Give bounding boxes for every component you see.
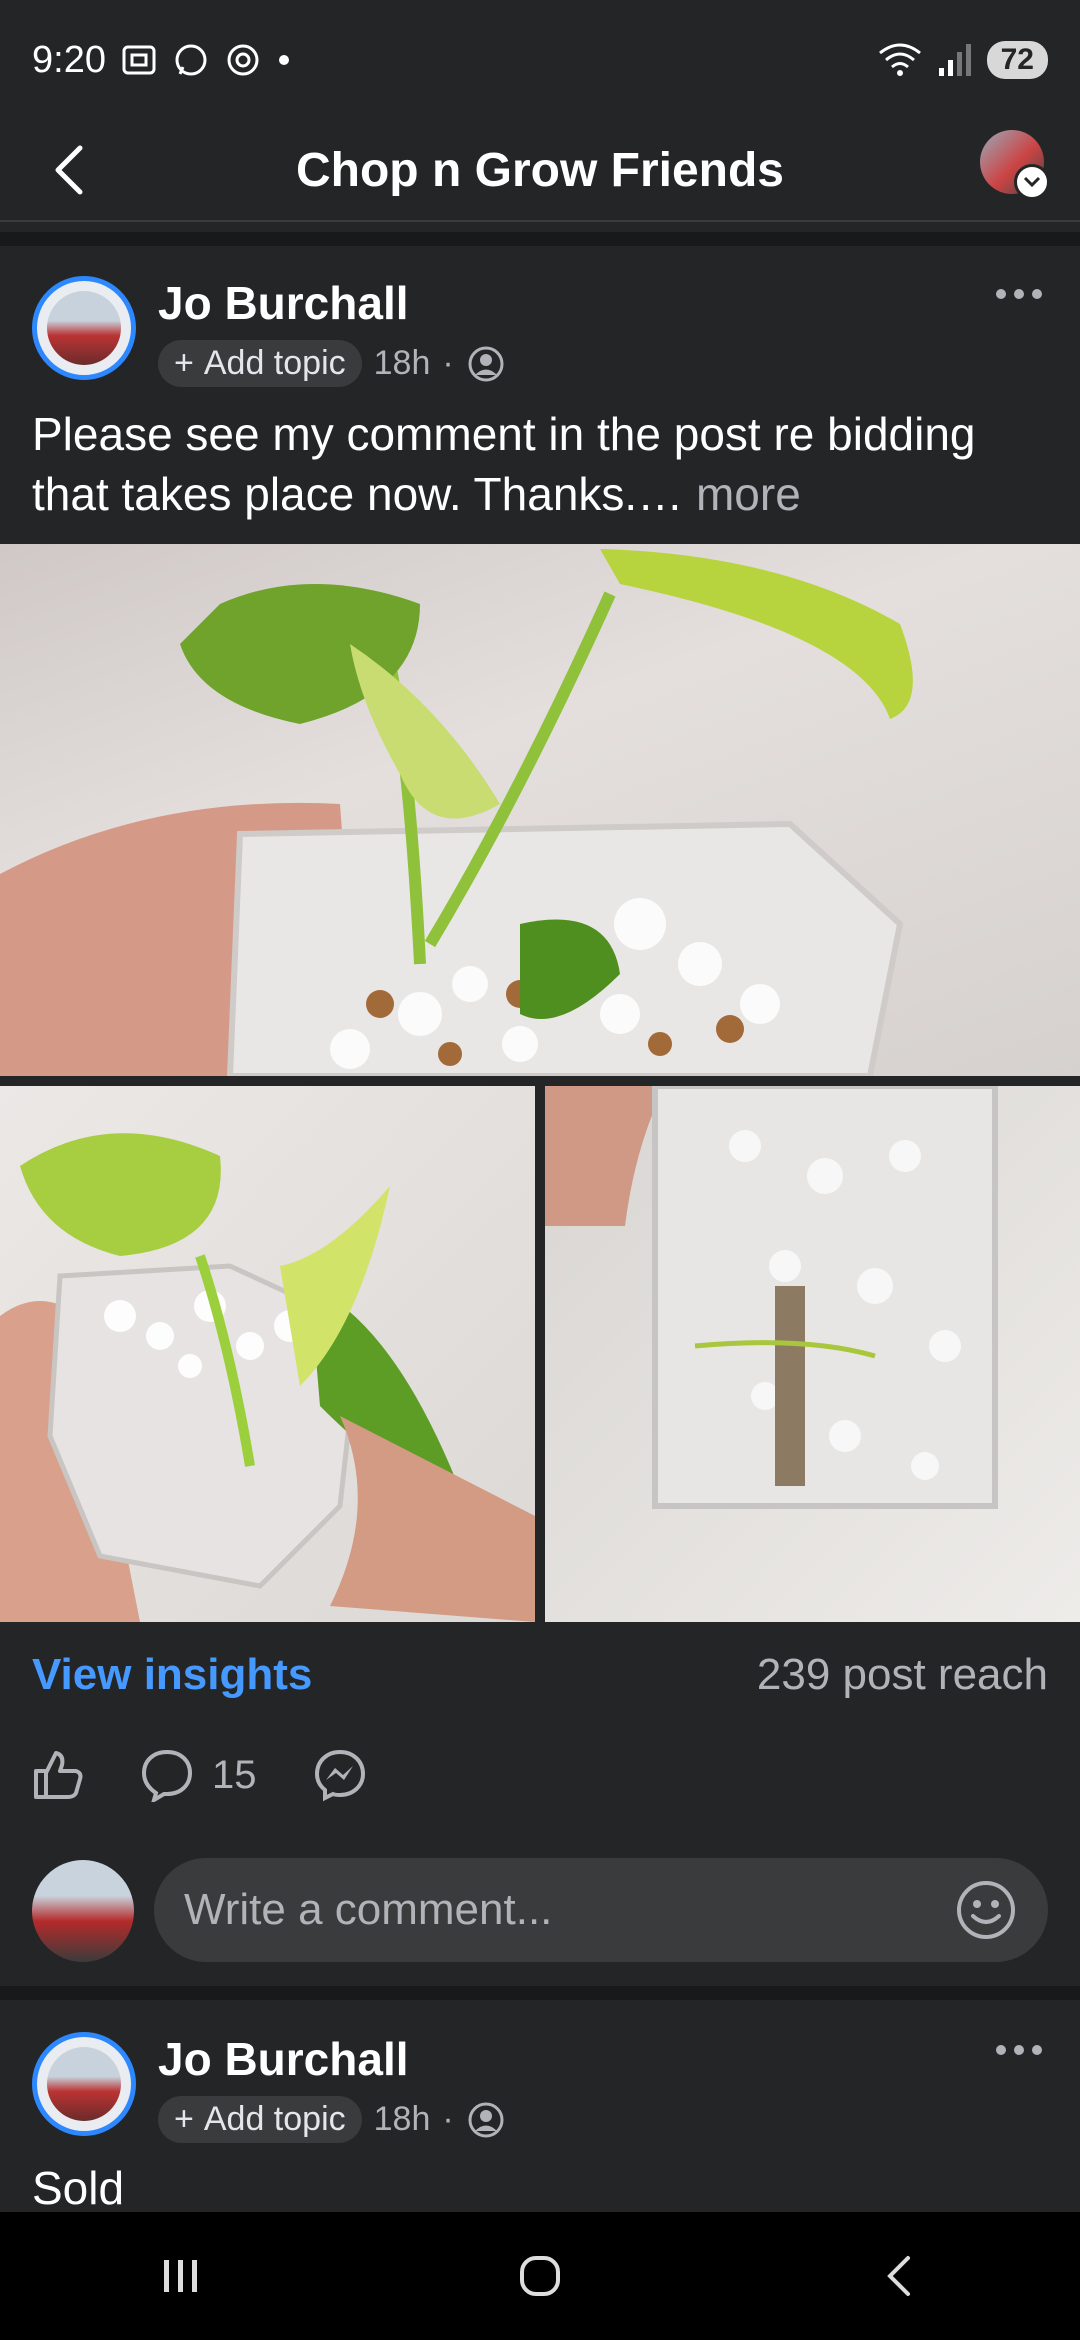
post-photo-main[interactable] (0, 544, 1080, 1076)
meta-separator-2: · (442, 2100, 454, 2138)
author-avatar[interactable] (32, 276, 136, 380)
meta-separator: · (442, 344, 454, 382)
notification-dot-icon (278, 55, 289, 65)
view-insights-link[interactable]: View insights (32, 1650, 312, 1700)
home-icon[interactable] (510, 2246, 570, 2306)
insights-row: View insights 239 post reach (32, 1640, 1048, 1710)
privacy-members-icon (468, 346, 504, 381)
comment-count: 15 (212, 1752, 257, 1797)
add-topic-button-2[interactable]: + Add topic (158, 2096, 362, 2143)
comment-button[interactable]: 15 (140, 1748, 257, 1802)
post-reach: 239 post reach (756, 1650, 1048, 1699)
more-options-icon[interactable] (996, 2040, 1052, 2060)
plant-photo-3 (545, 1086, 998, 1509)
author-name[interactable]: Jo Burchall (158, 276, 409, 330)
comment-placeholder: Write a comment... (184, 1885, 553, 1934)
post-text-2: Sold (32, 2162, 125, 2214)
profile-switch-avatar[interactable] (980, 130, 1050, 200)
plant-photo-2 (0, 1133, 535, 1622)
messenger-share-icon (314, 1749, 365, 1802)
feed-divider (0, 232, 1080, 246)
current-user-avatar (32, 1860, 134, 1962)
post-photo-2[interactable] (0, 1086, 535, 1622)
more-options-icon[interactable] (996, 284, 1052, 304)
author-name-2[interactable]: Jo Burchall (158, 2032, 409, 2086)
status-time: 9:20 (32, 38, 106, 81)
system-nav-bar (0, 2212, 1080, 2340)
post-body-2: Sold (32, 2158, 1052, 2218)
signal-icon (938, 44, 971, 76)
post-time-2: 18h (373, 2100, 431, 2138)
post-time: 18h (373, 344, 431, 382)
screenshot-icon (122, 45, 156, 75)
plus-icon: + (174, 344, 194, 382)
app-bar: Chop n Grow Friends (0, 120, 1080, 222)
author-avatar-2[interactable] (32, 2032, 136, 2136)
chevron-down-icon (1014, 164, 1050, 200)
threads-icon (227, 44, 259, 76)
post-text: Please see my comment in the post re bid… (32, 408, 976, 520)
post-body: Please see my comment in the post re bid… (32, 404, 1052, 524)
recent-apps-icon[interactable] (150, 2246, 210, 2306)
like-icon (34, 1751, 83, 1799)
post-photo-3[interactable] (545, 1086, 1080, 1622)
wifi-icon (878, 43, 921, 76)
see-more-link[interactable]: more (696, 468, 801, 520)
comment-composer: Write a comment... (32, 1858, 1048, 1964)
privacy-members-icon (468, 2102, 504, 2137)
status-bar: 9:20 72 (0, 0, 1080, 120)
whatsapp-icon (175, 44, 207, 76)
group-title: Chop n Grow Friends (296, 143, 784, 197)
post-actions: 15 (32, 1748, 367, 1802)
add-topic-label-2: Add topic (203, 2100, 346, 2138)
add-topic-label: Add topic (203, 344, 346, 382)
feed-divider-2 (0, 1986, 1080, 2000)
comment-icon (141, 1749, 193, 1802)
post-header: Jo Burchall + Add topic 18h · (0, 264, 1080, 394)
back-icon[interactable] (870, 2246, 930, 2306)
messenger-share-button[interactable] (313, 1748, 367, 1802)
comment-input[interactable]: Write a comment... (154, 1858, 1048, 1962)
add-topic-button[interactable]: + Add topic (158, 340, 362, 387)
like-button[interactable] (32, 1749, 84, 1801)
battery-icon: 72 (986, 41, 1048, 79)
plus-icon: + (174, 2100, 194, 2138)
post-header-2: Jo Burchall + Add topic 18h · (0, 2020, 1080, 2150)
back-arrow-icon[interactable] (40, 138, 104, 202)
plant-photo-1 (0, 549, 913, 1076)
emoji-icon[interactable] (954, 1878, 1018, 1942)
